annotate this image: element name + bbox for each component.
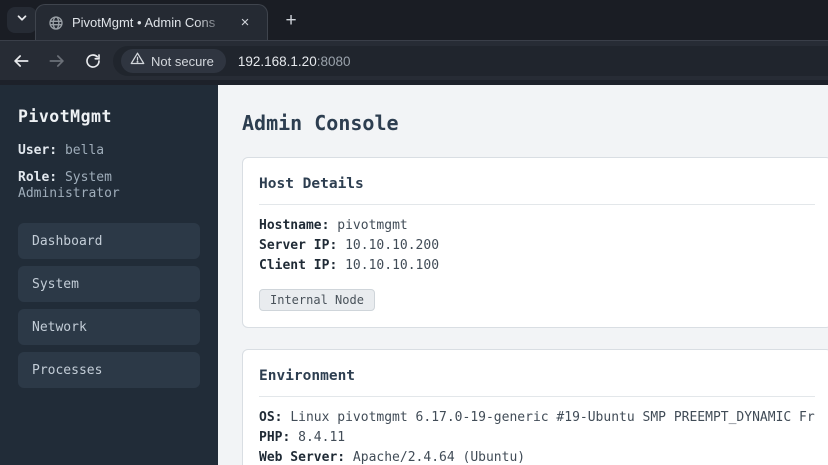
sidebar-item-system[interactable]: System (18, 266, 200, 302)
card-body: Hostname: pivotmgmt Server IP: 10.10.10.… (259, 216, 815, 311)
warning-triangle-icon (130, 51, 145, 71)
user-row: User: bella (18, 143, 200, 159)
browser-tab-active[interactable]: PivotMgmt • Admin Cons × (35, 4, 268, 40)
reload-button[interactable] (78, 46, 108, 76)
os-label: OS: (259, 410, 283, 425)
user-value: bella (64, 143, 105, 158)
main-area: Admin Console Host Details Hostname: piv… (218, 85, 828, 465)
php-row: PHP: 8.4.11 (259, 428, 815, 448)
sidebar-nav: Dashboard System Network Processes (18, 223, 200, 388)
client-ip-row: Client IP: 10.10.10.100 (259, 256, 815, 276)
page-title: Admin Console (242, 111, 399, 135)
brand-title: PivotMgmt (18, 107, 112, 126)
back-button[interactable] (6, 46, 36, 76)
tab-search-button[interactable] (7, 7, 37, 33)
security-chip[interactable]: Not secure (121, 49, 226, 73)
address-bar[interactable]: Not secure 192.168.1.20:8080 (113, 46, 828, 76)
client-ip-value: 10.10.10.100 (345, 258, 440, 273)
reload-icon (84, 52, 102, 70)
url-port: :8080 (316, 53, 351, 69)
tab-close-icon[interactable]: × (236, 14, 254, 32)
security-label: Not secure (151, 53, 214, 69)
user-label: User: (18, 143, 58, 158)
os-value: Linux pivotmgmt 6.17.0-19-generic #19-Ub… (290, 410, 815, 425)
sidebar-item-network[interactable]: Network (18, 309, 200, 345)
os-row: OS: Linux pivotmgmt 6.17.0-19-generic #1… (259, 408, 815, 428)
card-title: Host Details (259, 174, 815, 205)
hostname-row: Hostname: pivotmgmt (259, 216, 815, 236)
role-label: Role: (18, 170, 58, 185)
sidebar: PivotMgmt User: bella Role: System Admin… (0, 85, 218, 465)
server-ip-value: 10.10.10.200 (345, 238, 440, 253)
sidebar-item-processes[interactable]: Processes (18, 352, 200, 388)
host-details-card: Host Details Hostname: pivotmgmt Server … (242, 157, 828, 328)
card-body: OS: Linux pivotmgmt 6.17.0-19-generic #1… (259, 408, 815, 465)
new-tab-button[interactable]: + (279, 9, 303, 33)
back-arrow-icon (11, 51, 31, 71)
php-label: PHP: (259, 430, 291, 445)
url-host: 192.168.1.20 (237, 53, 317, 69)
tab-title: PivotMgmt • Admin Cons (72, 15, 216, 30)
role-row: Role: System Administrator (18, 170, 200, 202)
server-ip-row: Server IP: 10.10.10.200 (259, 236, 815, 256)
browser-toolbar: Not secure 192.168.1.20:8080 (0, 40, 828, 80)
hostname-label: Hostname: (259, 218, 330, 233)
globe-favicon-icon (48, 15, 64, 31)
server-ip-label: Server IP: (259, 238, 338, 253)
web-server-row: Web Server: Apache/2.4.64 (Ubuntu) (259, 448, 815, 465)
sidebar-item-dashboard[interactable]: Dashboard (18, 223, 200, 259)
forward-button[interactable] (42, 46, 72, 76)
card-title: Environment (259, 366, 815, 397)
client-ip-label: Client IP: (259, 258, 338, 273)
php-value: 8.4.11 (298, 430, 346, 445)
environment-card: Environment OS: Linux pivotmgmt 6.17.0-1… (242, 349, 828, 465)
hostname-value: pivotmgmt (337, 218, 408, 233)
browser-tab-bar: PivotMgmt • Admin Cons × + (0, 0, 828, 40)
url-text: 192.168.1.20:8080 (238, 54, 351, 69)
web-server-value: Apache/2.4.64 (Ubuntu) (352, 450, 526, 465)
web-server-label: Web Server: (259, 450, 346, 465)
chevron-down-icon (15, 11, 29, 30)
page-content: PivotMgmt User: bella Role: System Admin… (0, 85, 828, 465)
internal-node-badge: Internal Node (259, 289, 375, 311)
forward-arrow-icon (47, 51, 67, 71)
